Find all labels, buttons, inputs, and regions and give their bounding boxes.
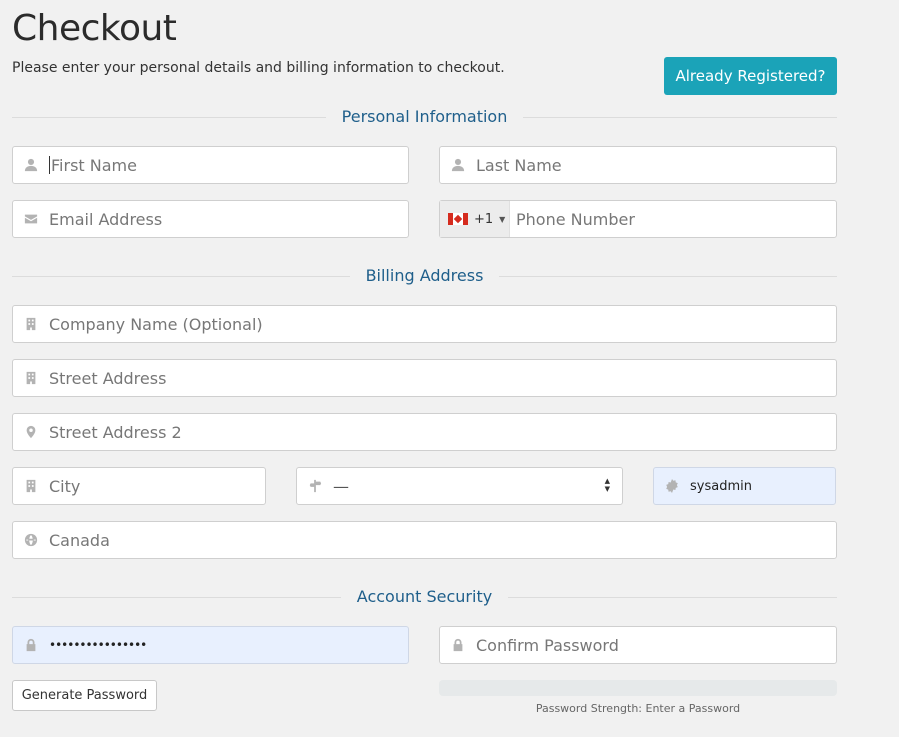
city-placeholder: City xyxy=(49,476,81,496)
last-name-field[interactable]: Last Name xyxy=(439,146,837,184)
globe-icon xyxy=(13,533,49,547)
certificate-icon xyxy=(654,479,690,493)
canada-flag-icon xyxy=(448,213,468,225)
envelope-icon xyxy=(13,212,49,226)
postcode-value: sysadmin xyxy=(690,478,752,494)
street-address-placeholder: Street Address xyxy=(49,368,167,388)
first-name-field[interactable]: First Name xyxy=(12,146,409,184)
personal-information-divider: Personal Information xyxy=(12,107,837,127)
user-icon xyxy=(440,158,476,172)
street-address-2-placeholder: Street Address 2 xyxy=(49,422,182,442)
signpost-icon xyxy=(297,479,333,493)
billing-address-heading: Billing Address xyxy=(349,266,500,285)
last-name-placeholder: Last Name xyxy=(476,155,562,175)
dropdown-arrow-icon: ▼ xyxy=(499,214,506,224)
generate-password-button[interactable]: Generate Password xyxy=(12,680,157,711)
password-masked-value: •••••••••••••••• xyxy=(49,638,147,652)
personal-information-heading: Personal Information xyxy=(325,107,524,126)
confirm-password-field[interactable]: Confirm Password xyxy=(439,626,837,664)
password-strength-text: Password Strength: Enter a Password xyxy=(535,702,741,715)
email-field[interactable]: Email Address xyxy=(12,200,409,238)
confirm-password-placeholder: Confirm Password xyxy=(476,635,619,655)
lock-icon xyxy=(13,638,49,652)
account-security-heading: Account Security xyxy=(340,587,509,606)
country-select[interactable]: Canada xyxy=(12,521,837,559)
building-icon xyxy=(13,317,49,331)
building-icon xyxy=(13,479,49,493)
password-field[interactable]: •••••••••••••••• xyxy=(12,626,409,664)
postcode-field[interactable]: sysadmin xyxy=(653,467,836,505)
lock-icon xyxy=(440,638,476,652)
company-name-field[interactable]: Company Name (Optional) xyxy=(12,305,837,343)
billing-address-divider: Billing Address xyxy=(12,266,837,286)
select-arrows-icon: ▲ ▼ xyxy=(604,477,610,493)
page-intro: Please enter your personal details and b… xyxy=(12,60,505,76)
company-name-placeholder: Company Name (Optional) xyxy=(49,314,263,334)
page-title: Checkout xyxy=(12,8,177,49)
password-strength-bar xyxy=(439,680,837,696)
account-security-divider: Account Security xyxy=(12,587,837,607)
phone-placeholder: Phone Number xyxy=(516,209,635,229)
state-selected-value: — xyxy=(333,476,349,496)
street-address-2-field[interactable]: Street Address 2 xyxy=(12,413,837,451)
phone-field[interactable]: +1 ▼ Phone Number xyxy=(439,200,837,238)
first-name-placeholder: First Name xyxy=(51,155,137,175)
dial-code: +1 xyxy=(474,211,494,227)
country-value: Canada xyxy=(49,530,110,550)
country-code-selector[interactable]: +1 ▼ xyxy=(440,201,510,237)
city-field[interactable]: City xyxy=(12,467,266,505)
already-registered-button[interactable]: Already Registered? xyxy=(664,57,837,95)
email-placeholder: Email Address xyxy=(49,209,163,229)
state-select[interactable]: — ▲ ▼ xyxy=(296,467,623,505)
user-icon xyxy=(13,158,49,172)
street-address-field[interactable]: Street Address xyxy=(12,359,837,397)
map-marker-icon xyxy=(13,425,49,439)
building-icon xyxy=(13,371,49,385)
